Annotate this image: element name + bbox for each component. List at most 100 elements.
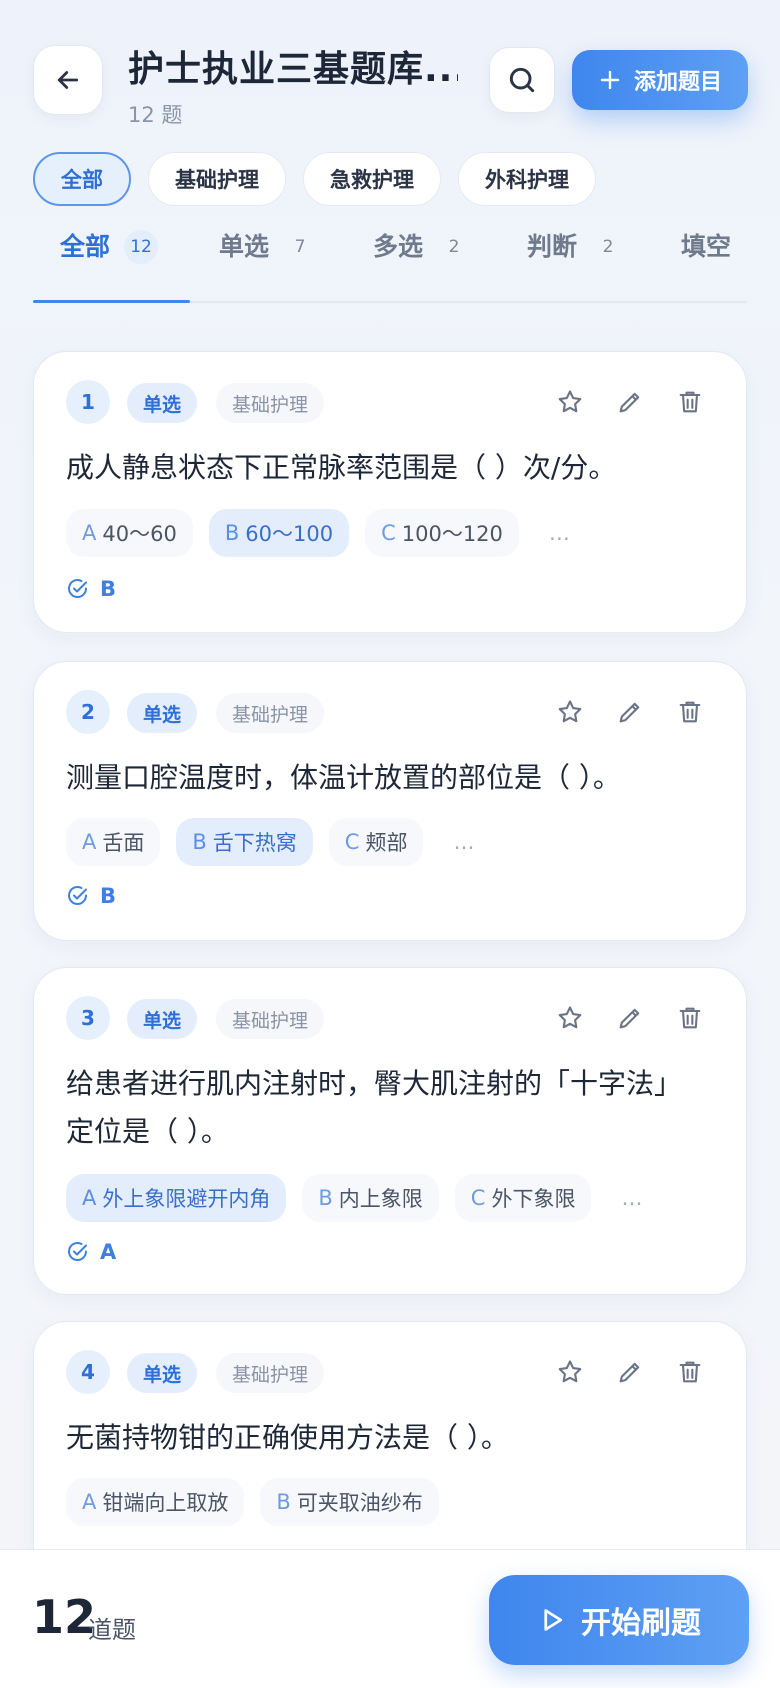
edit-button[interactable]	[614, 1002, 646, 1034]
favorite-button[interactable]	[554, 386, 586, 418]
tab-multi-choice[interactable]: 多选 2	[373, 230, 471, 303]
question-card[interactable]: 2 单选 基础护理 测量口腔温度时，体温计放置的部位是（ ）。 A 舌面 B 舌下热…	[33, 661, 747, 941]
option-text: 颊部	[365, 831, 408, 855]
tab-true-false[interactable]: 判断 2	[527, 230, 625, 303]
question-card[interactable]: 3 单选 基础护理 给患者进行肌内注射时，臀大肌注射的「十字法」 定位是（ ）。…	[33, 967, 747, 1295]
answer-text: A	[100, 1240, 117, 1264]
option-letter: A	[82, 1186, 97, 1210]
tab-label: 单选	[219, 232, 270, 261]
favorite-button[interactable]	[554, 1356, 586, 1388]
question-count-subtitle: 12 题	[128, 103, 183, 127]
star-icon	[558, 390, 582, 413]
chip-basic-nursing[interactable]: 基础护理	[148, 152, 286, 206]
back-arrow-icon	[57, 71, 79, 89]
question-category-tag: 基础护理	[216, 693, 325, 733]
options-preview: A 钳端向上取放 B 可夹取油纱布	[66, 1478, 439, 1526]
tab-label: 填空	[681, 232, 732, 261]
option-letter: B	[276, 1490, 291, 1514]
category-filter-chips: 全部 基础护理 急救护理 外科护理	[33, 152, 596, 206]
bottom-action-bar: 12 道题 开始刷题	[0, 1549, 780, 1688]
question-type-tag: 单选	[127, 1353, 198, 1393]
option-b: B 内上象限	[302, 1174, 439, 1222]
question-text: 给患者进行肌内注射时，臀大肌注射的「十字法」 定位是（ ）。	[66, 1060, 726, 1156]
tab-count: 12	[124, 230, 159, 264]
star-icon	[558, 1360, 582, 1383]
delete-button[interactable]	[674, 386, 706, 418]
delete-button[interactable]	[674, 1356, 706, 1388]
tab-single-choice[interactable]: 单选 7	[219, 230, 317, 303]
search-button[interactable]	[489, 47, 555, 113]
option-b: B 可夹取油纱布	[260, 1478, 439, 1526]
question-type-tag: 单选	[127, 999, 198, 1039]
header: 护士执业三基题库... 12 题 添加题目	[0, 0, 780, 140]
question-category-tag: 基础护理	[216, 999, 325, 1039]
favorite-button[interactable]	[554, 696, 586, 728]
play-icon	[544, 1609, 563, 1631]
question-category-tag: 基础护理	[216, 383, 325, 423]
option-b-correct: B 60～100	[208, 509, 350, 557]
option-text: 钳端向上取放	[102, 1491, 229, 1515]
add-question-button[interactable]: 添加题目	[572, 50, 748, 110]
star-icon	[558, 700, 582, 723]
edit-pencil-icon	[619, 392, 640, 413]
more-options-ellipsis: …	[453, 830, 477, 854]
option-c: C 100～120	[365, 509, 519, 557]
more-options-ellipsis: …	[621, 1186, 645, 1210]
page-title: 护士执业三基题库...	[128, 49, 458, 90]
check-circle-icon	[68, 1242, 87, 1261]
delete-button[interactable]	[674, 696, 706, 728]
question-number: 1	[66, 380, 110, 424]
tab-all[interactable]: 全部 12	[60, 230, 159, 303]
star-icon	[558, 1006, 582, 1029]
chip-surgical-nursing[interactable]: 外科护理	[458, 152, 596, 206]
option-a: A 钳端向上取放	[66, 1478, 245, 1526]
favorite-button[interactable]	[554, 1002, 586, 1034]
edit-button[interactable]	[614, 386, 646, 418]
option-a: A 舌面	[66, 818, 161, 866]
edit-button[interactable]	[614, 1356, 646, 1388]
option-letter: C	[381, 521, 396, 545]
option-letter: C	[344, 830, 360, 854]
edit-button[interactable]	[614, 696, 646, 728]
tab-count: 2	[602, 237, 614, 257]
question-type-tag: 单选	[127, 383, 198, 423]
check-circle-icon	[68, 886, 87, 905]
start-practice-label: 开始刷题	[581, 1606, 701, 1641]
option-letter: C	[470, 1186, 486, 1210]
option-letter: A	[82, 1490, 97, 1514]
option-text: 内上象限	[338, 1187, 423, 1211]
question-text: 测量口腔温度时，体温计放置的部位是（ ）。	[66, 761, 621, 794]
more-options-ellipsis: …	[548, 521, 572, 545]
option-letter: B	[318, 1186, 333, 1210]
edit-pencil-icon	[619, 702, 640, 723]
option-text: 100～120	[401, 522, 503, 546]
question-number: 4	[66, 1350, 110, 1394]
answer-text: B	[100, 884, 117, 908]
question-card[interactable]: 1 单选 基础护理 成人静息状态下正常脉率范围是（ ）次/分。 A 40～60 B…	[33, 351, 747, 633]
option-letter: B	[224, 521, 240, 545]
plus-icon	[600, 70, 620, 90]
total-question-label: 道题	[88, 1616, 136, 1644]
option-b-correct: B 舌下热窝	[176, 818, 313, 866]
option-text: 可夹取油纱布	[296, 1491, 423, 1515]
option-text: 40～60	[102, 522, 177, 546]
back-button[interactable]	[33, 45, 103, 115]
question-type-tag: 单选	[127, 693, 198, 733]
delete-button[interactable]	[674, 1002, 706, 1034]
chip-all[interactable]: 全部	[33, 152, 131, 206]
check-circle-icon	[68, 579, 87, 598]
option-text: 外上象限避开内角	[102, 1187, 271, 1211]
tab-label: 全部	[60, 232, 111, 261]
trash-icon	[679, 1007, 701, 1029]
option-text: 60～100	[245, 522, 334, 546]
answer-indicator: A	[66, 1240, 116, 1264]
tab-fill-blank[interactable]: 填空	[681, 230, 731, 303]
start-practice-button[interactable]: 开始刷题	[489, 1575, 749, 1665]
question-text-line: 给患者进行肌内注射时，臀大肌注射的「十字法」	[66, 1067, 683, 1100]
chip-emergency-nursing[interactable]: 急救护理	[303, 152, 441, 206]
trash-icon	[679, 1361, 701, 1383]
edit-pencil-icon	[619, 1362, 640, 1383]
options-preview: A 外上象限避开内角 B 内上象限 C 外下象限 …	[66, 1174, 658, 1222]
answer-indicator: B	[66, 577, 116, 601]
question-text-line: 定位是（ ）。	[66, 1115, 229, 1148]
